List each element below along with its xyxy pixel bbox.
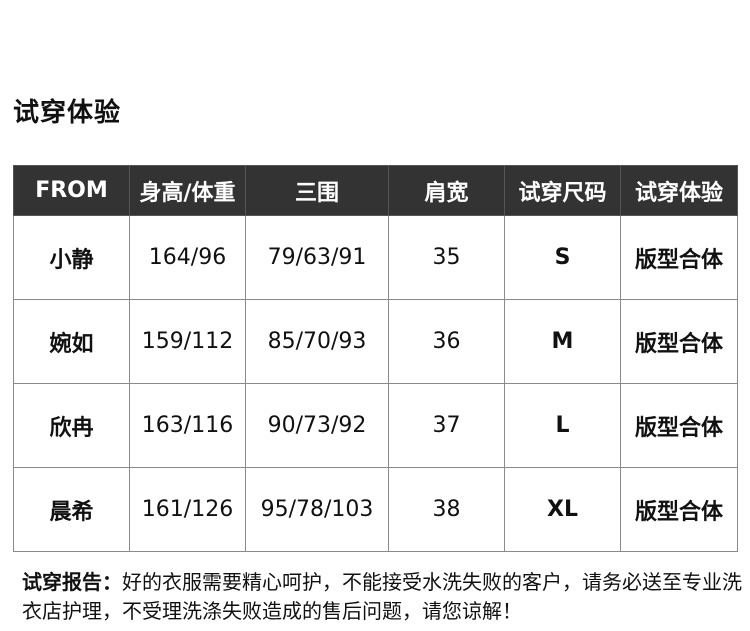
shoulder-value: 35 xyxy=(388,215,505,300)
fitting-table: FROM 身高/体重 三围 肩宽 试穿尺码 试穿体验 小静 164/96 79/… xyxy=(13,165,738,552)
measurements-value: 79/63/91 xyxy=(245,215,389,300)
table-row: 欣冉 163/116 90/73/92 37 L 版型合体 xyxy=(13,383,738,468)
measurements-value: 85/70/93 xyxy=(245,299,389,384)
shoulder-value: 38 xyxy=(388,467,505,552)
measurements-value: 90/73/92 xyxy=(245,383,389,468)
model-name: 小静 xyxy=(13,215,130,300)
shoulder-value: 36 xyxy=(388,299,505,384)
height-weight-value: 164/96 xyxy=(129,215,246,300)
table-header: FROM 身高/体重 三围 肩宽 试穿尺码 试穿体验 xyxy=(13,165,738,216)
height-weight-value: 161/126 xyxy=(129,467,246,552)
care-note-text: 好的衣服需要精心呵护，不能接受水洗失败的客户，请务必送至专业洗衣店护理，不受理洗… xyxy=(22,570,742,623)
table-row: 晨希 161/126 95/78/103 38 XL 版型合体 xyxy=(13,467,738,552)
table-body: 小静 164/96 79/63/91 35 S 版型合体 婉如 159/112 … xyxy=(13,215,738,552)
height-weight-value: 163/116 xyxy=(129,383,246,468)
table-row: 婉如 159/112 85/70/93 36 M 版型合体 xyxy=(13,299,738,384)
header-from: FROM xyxy=(13,165,130,216)
fit-value: 版型合体 xyxy=(620,467,738,552)
header-measurements: 三围 xyxy=(245,165,389,216)
shoulder-value: 37 xyxy=(388,383,505,468)
height-weight-value: 159/112 xyxy=(129,299,246,384)
section-title: 试穿体验 xyxy=(13,98,122,128)
fit-value: 版型合体 xyxy=(620,215,738,300)
care-note-label: 试穿报告： xyxy=(22,570,122,594)
header-fit: 试穿体验 xyxy=(620,165,738,216)
header-height-weight: 身高/体重 xyxy=(129,165,246,216)
size-value: L xyxy=(504,383,621,468)
care-note: 试穿报告：好的衣服需要精心呵护，不能接受水洗失败的客户，请务必送至专业洗衣店护理… xyxy=(22,568,742,626)
model-name: 晨希 xyxy=(13,467,130,552)
table-row: 小静 164/96 79/63/91 35 S 版型合体 xyxy=(13,215,738,300)
header-shoulder: 肩宽 xyxy=(388,165,505,216)
measurements-value: 95/78/103 xyxy=(245,467,389,552)
size-value: S xyxy=(504,215,621,300)
size-value: XL xyxy=(504,467,621,552)
size-value: M xyxy=(504,299,621,384)
model-name: 婉如 xyxy=(13,299,130,384)
fit-value: 版型合体 xyxy=(620,299,738,384)
header-row: FROM 身高/体重 三围 肩宽 试穿尺码 试穿体验 xyxy=(13,165,738,216)
model-name: 欣冉 xyxy=(13,383,130,468)
fit-value: 版型合体 xyxy=(620,383,738,468)
header-size: 试穿尺码 xyxy=(504,165,621,216)
